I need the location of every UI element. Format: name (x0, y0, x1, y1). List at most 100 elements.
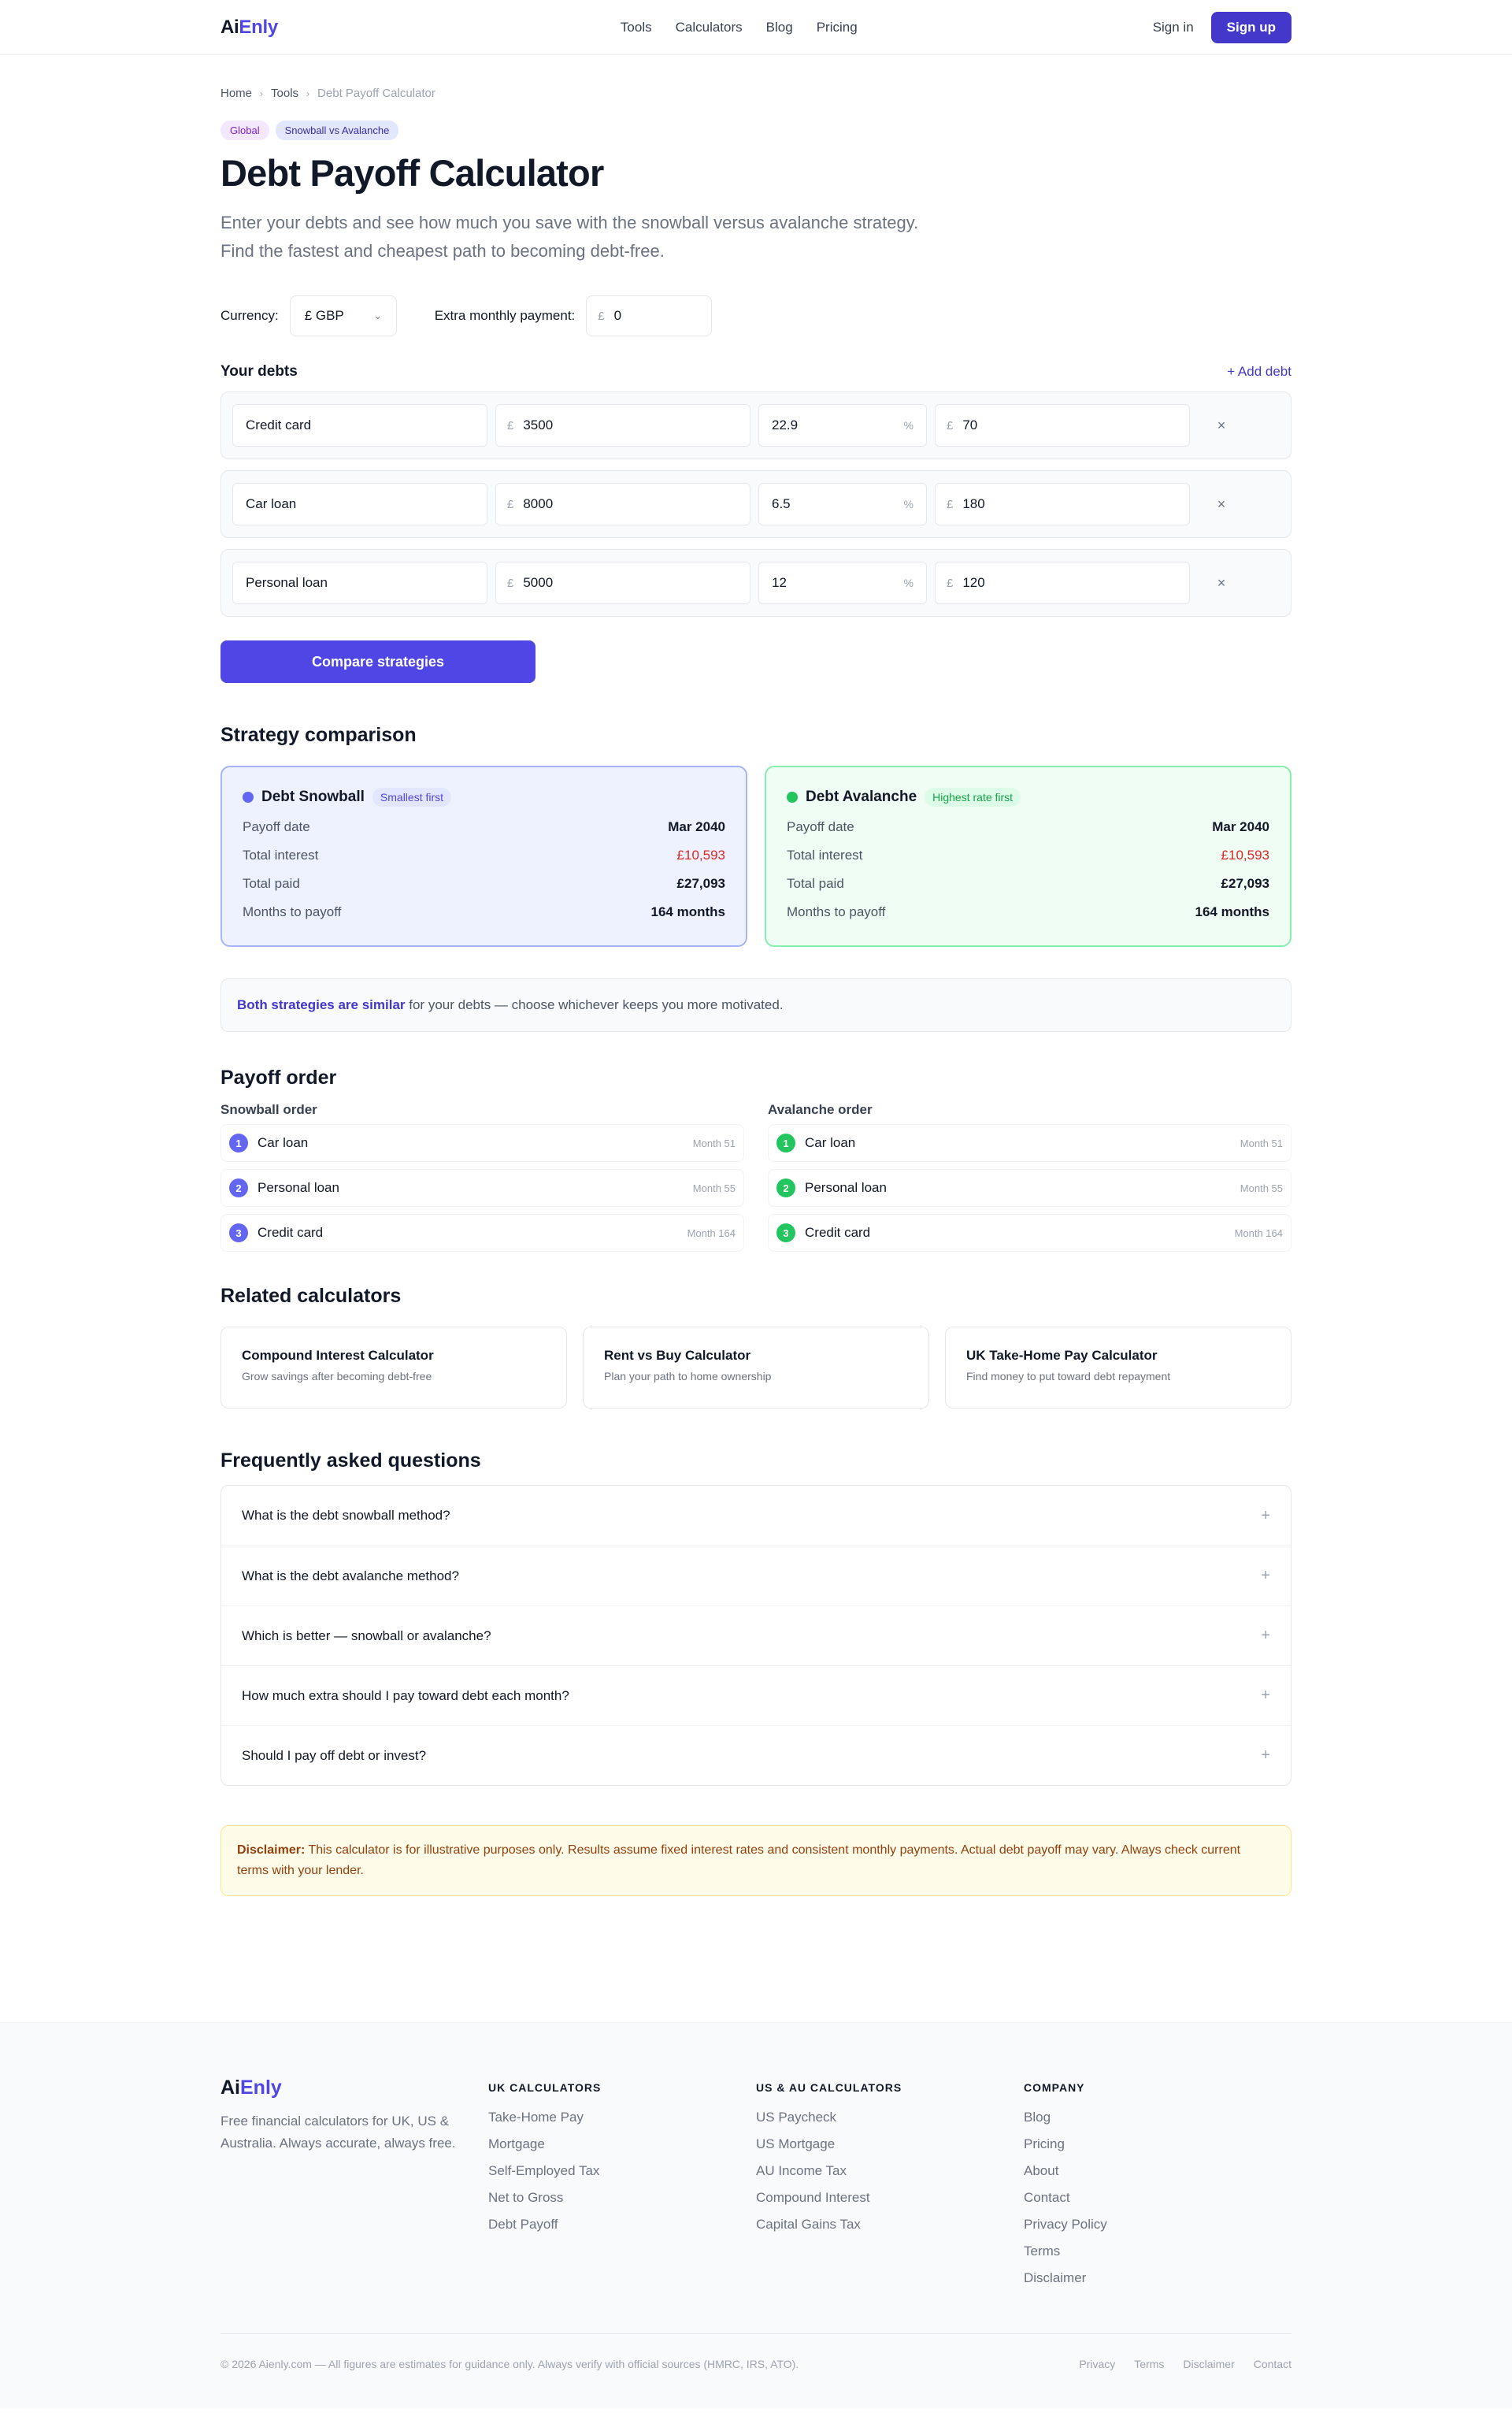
stat-value: Mar 2040 (668, 819, 725, 834)
footer-link[interactable]: Net to Gross (488, 2190, 756, 2206)
snowball-order-heading: Snowball order (220, 1102, 317, 1117)
extra-payment-input[interactable]: £ 0 (586, 295, 713, 336)
debt-payment-input[interactable]: £180 (935, 483, 1190, 525)
debt-rate-input[interactable]: 6.5% (758, 483, 927, 525)
nav-link-calculators[interactable]: Calculators (676, 20, 743, 35)
footer-link[interactable]: Take-Home Pay (488, 2110, 756, 2125)
footer-link[interactable]: US Mortgage (756, 2136, 1024, 2152)
debt-name-input[interactable]: Credit card (232, 404, 487, 447)
footer-bottom-link-terms[interactable]: Terms (1134, 2358, 1164, 2370)
related-card-title: UK Take-Home Pay Calculator (966, 1348, 1158, 1363)
breadcrumb-current: Debt Payoff Calculator (317, 87, 435, 100)
snowball-dot-icon (243, 792, 254, 803)
order-debt-name: Personal loan (258, 1180, 339, 1195)
order-month: Month 55 (692, 1182, 736, 1194)
compare-strategies-button[interactable]: Compare strategies (220, 640, 536, 683)
avalanche-title: Debt Avalanche (806, 789, 917, 805)
stat-label: Total interest (787, 848, 863, 863)
footer-link[interactable]: Mortgage (488, 2136, 756, 2152)
avalanche-dot-icon (787, 792, 798, 803)
footer-link[interactable]: Terms (1024, 2244, 1292, 2259)
currency-select[interactable]: £ GBP ⌄ (289, 295, 397, 336)
extra-payment-label: Extra monthly payment: (434, 308, 576, 323)
related-card-compound-interest[interactable]: Compound Interest Calculator Grow saving… (220, 1327, 567, 1409)
debt-name-input[interactable]: Car loan (232, 483, 487, 525)
footer-link[interactable]: Disclaimer (1024, 2270, 1292, 2286)
faq-item[interactable]: Should I pay off debt or invest? + (221, 1725, 1291, 1785)
faq-item[interactable]: Which is better — snowball or avalanche?… (221, 1605, 1291, 1665)
footer-link[interactable]: Contact (1024, 2190, 1292, 2206)
order-debt-name: Credit card (805, 1225, 871, 1240)
nav-link-pricing[interactable]: Pricing (817, 20, 858, 35)
footer-link[interactable]: Blog (1024, 2110, 1292, 2125)
snowball-card: Debt Snowball Smallest first Payoff date… (220, 766, 747, 947)
currency-label: Currency: (220, 308, 279, 323)
list-item: 2 Personal loan Month 55 (220, 1169, 744, 1207)
breadcrumb-tools[interactable]: Tools (271, 87, 298, 100)
order-month: Month 164 (1234, 1227, 1283, 1239)
logo[interactable]: AiEnly (220, 17, 278, 39)
debt-name-input[interactable]: Personal loan (232, 562, 487, 604)
currency-symbol: £ (507, 576, 514, 590)
breadcrumb-home[interactable]: Home (220, 87, 252, 100)
footer-bottom-link-privacy[interactable]: Privacy (1079, 2358, 1115, 2370)
remove-debt-icon[interactable]: × (1198, 575, 1245, 592)
related-card-take-home-pay[interactable]: UK Take-Home Pay Calculator Find money t… (945, 1327, 1292, 1409)
faq-item[interactable]: What is the debt snowball method? + (221, 1486, 1291, 1546)
nav-links: Tools Calculators Blog Pricing (621, 20, 858, 35)
order-number: 3 (229, 1223, 248, 1242)
footer-link[interactable]: AU Income Tax (756, 2163, 1024, 2179)
footer-tagline: Free financial calculators for UK, US & … (220, 2114, 456, 2151)
debt-row: Car loan £8000 6.5% £180 × (220, 470, 1292, 538)
footer-link[interactable]: Compound Interest (756, 2190, 1024, 2206)
footer-bottom-link-disclaimer[interactable]: Disclaimer (1183, 2358, 1234, 2370)
related-card-rent-vs-buy[interactable]: Rent vs Buy Calculator Plan your path to… (583, 1327, 929, 1409)
debt-balance-input[interactable]: £5000 (495, 562, 750, 604)
debt-balance-input[interactable]: £3500 (495, 404, 750, 447)
extra-payment-value: 0 (613, 308, 622, 323)
list-item: 3 Credit card Month 164 (768, 1214, 1292, 1252)
footer-link[interactable]: Capital Gains Tax (756, 2217, 1024, 2233)
nav-link-blog[interactable]: Blog (766, 20, 793, 35)
footer-link[interactable]: Debt Payoff (488, 2217, 756, 2233)
footer-link[interactable]: Pricing (1024, 2136, 1292, 2152)
list-item: 3 Credit card Month 164 (220, 1214, 744, 1252)
footer-col-uk: UK CALCULATORS Take-Home Pay Mortgage Se… (488, 2077, 756, 2286)
stat-value: 164 months (1195, 904, 1269, 919)
main-content: Home › Tools › Debt Payoff Calculator Gl… (220, 87, 1292, 1896)
add-debt-button[interactable]: + Add debt (1227, 364, 1292, 380)
stat-value-interest: £10,593 (1221, 848, 1269, 863)
faq-item[interactable]: What is the debt avalanche method? + (221, 1546, 1291, 1605)
order-debt-name: Personal loan (805, 1180, 887, 1195)
badge-strategy: Snowball vs Avalanche (275, 121, 399, 140)
nav-link-tools[interactable]: Tools (621, 20, 652, 35)
avalanche-pill: Highest rate first (925, 788, 1021, 807)
stat-value: 164 months (650, 904, 725, 919)
footer-logo[interactable]: AiEnly (220, 2077, 488, 2099)
sign-in-link[interactable]: Sign in (1153, 20, 1194, 35)
footer-col-title: UK CALCULATORS (488, 2081, 602, 2094)
remove-debt-icon[interactable]: × (1198, 496, 1245, 513)
debt-payment-input[interactable]: £120 (935, 562, 1190, 604)
sign-up-button[interactable]: Sign up (1210, 12, 1292, 43)
debt-balance-value: 8000 (523, 496, 554, 511)
remove-debt-icon[interactable]: × (1198, 418, 1245, 434)
footer-link[interactable]: Privacy Policy (1024, 2217, 1292, 2233)
currency-symbol: £ (947, 576, 954, 590)
plus-icon: + (1261, 1567, 1270, 1584)
debt-rate-input[interactable]: 22.9% (758, 404, 927, 447)
stat-value: £27,093 (1221, 876, 1269, 891)
footer-link[interactable]: Self-Employed Tax (488, 2163, 756, 2179)
footer-col-us-au: US & AU CALCULATORS US Paycheck US Mortg… (756, 2077, 1024, 2286)
snowball-order-list: Snowball order 1 Car loan Month 51 2 Person… (220, 1102, 744, 1252)
plus-icon: + (1261, 1506, 1270, 1524)
percent-symbol: % (903, 419, 914, 432)
avalanche-order-heading: Avalanche order (768, 1102, 873, 1117)
footer-link[interactable]: US Paycheck (756, 2110, 1024, 2125)
footer-link[interactable]: About (1024, 2163, 1292, 2179)
debt-payment-input[interactable]: £70 (935, 404, 1190, 447)
debt-rate-input[interactable]: 12% (758, 562, 927, 604)
debt-balance-input[interactable]: £8000 (495, 483, 750, 525)
faq-item[interactable]: How much extra should I pay toward debt … (221, 1665, 1291, 1725)
footer-bottom-link-contact[interactable]: Contact (1254, 2358, 1292, 2370)
